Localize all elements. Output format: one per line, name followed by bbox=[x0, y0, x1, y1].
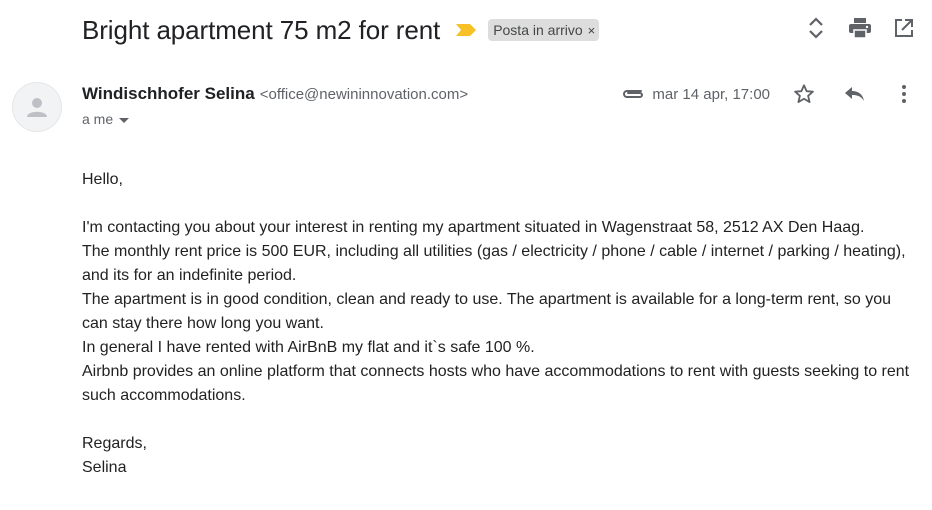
recipient-line: a me bbox=[82, 111, 130, 127]
star-icon[interactable] bbox=[792, 82, 816, 106]
recipient-text: a me bbox=[82, 111, 114, 127]
more-vertical-icon[interactable] bbox=[892, 82, 916, 106]
top-actions bbox=[804, 16, 916, 40]
importance-marker-icon[interactable] bbox=[456, 23, 478, 37]
sender-name[interactable]: Windischhofer Selina bbox=[82, 84, 255, 104]
body-line: The apartment is in good condition, clea… bbox=[82, 291, 892, 332]
body-line: Airbnb provides an online platform that … bbox=[82, 363, 910, 404]
sender-avatar bbox=[12, 82, 62, 132]
greeting: Hello, bbox=[82, 171, 123, 188]
email-subject: Bright apartment 75 m2 for rent bbox=[82, 14, 441, 45]
remove-label-button[interactable]: × bbox=[588, 23, 596, 38]
show-details-dropdown-icon[interactable] bbox=[119, 117, 130, 123]
person-avatar-icon bbox=[27, 98, 47, 117]
body-line: The monthly rent price is 500 EUR, inclu… bbox=[82, 243, 906, 284]
body-line: I'm contacting you about your interest i… bbox=[82, 219, 865, 236]
inbox-label-chip[interactable]: Posta in arrivo × bbox=[488, 19, 600, 41]
message-date: mar 14 apr, 17:00 bbox=[652, 85, 770, 103]
expand-collapse-icon[interactable] bbox=[804, 16, 828, 40]
inbox-label-text: Posta in arrivo bbox=[493, 22, 583, 38]
body-line: In general I have rented with AirBnB my … bbox=[82, 339, 535, 356]
reply-icon[interactable] bbox=[842, 82, 866, 106]
sender-line: Windischhofer Selina <office@newininnova… bbox=[82, 84, 468, 104]
attachment-icon bbox=[620, 82, 646, 106]
email-view: Bright apartment 75 m2 for rent Posta in… bbox=[0, 0, 932, 510]
closing: Regards, bbox=[82, 435, 147, 452]
open-in-new-window-icon[interactable] bbox=[892, 16, 916, 40]
print-icon[interactable] bbox=[848, 16, 872, 40]
email-body: Hello, I'm contacting you about your int… bbox=[82, 168, 912, 480]
sender-email: <office@newininnovation.com> bbox=[259, 86, 469, 103]
signature: Selina bbox=[82, 459, 127, 476]
message-meta: mar 14 apr, 17:00 bbox=[620, 82, 916, 106]
